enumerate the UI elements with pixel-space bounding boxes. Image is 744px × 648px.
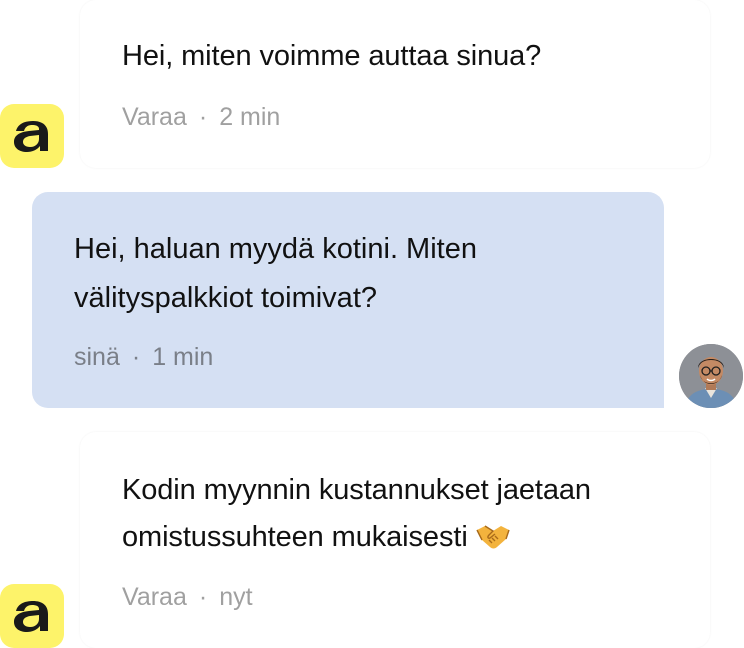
message-text: Hei, miten voimme auttaa sinua? bbox=[122, 40, 542, 72]
agent-avatar bbox=[0, 104, 64, 168]
message-author: Varaa bbox=[122, 583, 187, 611]
message-time: nyt bbox=[219, 583, 253, 611]
message-meta: Varaa · 2 min bbox=[122, 102, 280, 132]
message-meta: Varaa · nyt bbox=[122, 582, 253, 612]
varaa-logo-icon bbox=[14, 121, 48, 152]
meta-separator: · bbox=[198, 583, 208, 611]
agent-avatar bbox=[0, 584, 64, 648]
varaa-logo-icon bbox=[14, 601, 48, 632]
message-time: 1 min bbox=[152, 343, 214, 371]
agent-message-card: Hei, miten voimme auttaa sinua? Varaa · 2 … bbox=[80, 0, 710, 168]
meta-separator: · bbox=[198, 103, 208, 131]
message-time: 2 min bbox=[219, 103, 281, 131]
meta-separator: · bbox=[131, 343, 141, 371]
message-text-body: Kodin myynnin kustannukset jaetaan omist… bbox=[122, 474, 591, 553]
handshake-emoji-icon bbox=[475, 518, 510, 565]
message-author: Varaa bbox=[122, 103, 187, 131]
user-message-bubble: Hei, haluan myydä kotini. Miten välitysp… bbox=[32, 192, 664, 408]
user-photo-avatar bbox=[679, 344, 743, 408]
message-meta: sinä · 1 min bbox=[74, 342, 213, 372]
chat-conversation: Hei, miten voimme auttaa sinua? Varaa · 2 … bbox=[0, 0, 744, 648]
agent-message-card: Kodin myynnin kustannukset jaetaan omist… bbox=[80, 432, 710, 648]
message-text: Kodin myynnin kustannukset jaetaan omist… bbox=[122, 467, 591, 565]
user-avatar bbox=[679, 344, 743, 408]
message-text: Hei, haluan myydä kotini. Miten välitysp… bbox=[74, 233, 477, 314]
message-author: sinä bbox=[74, 343, 120, 371]
